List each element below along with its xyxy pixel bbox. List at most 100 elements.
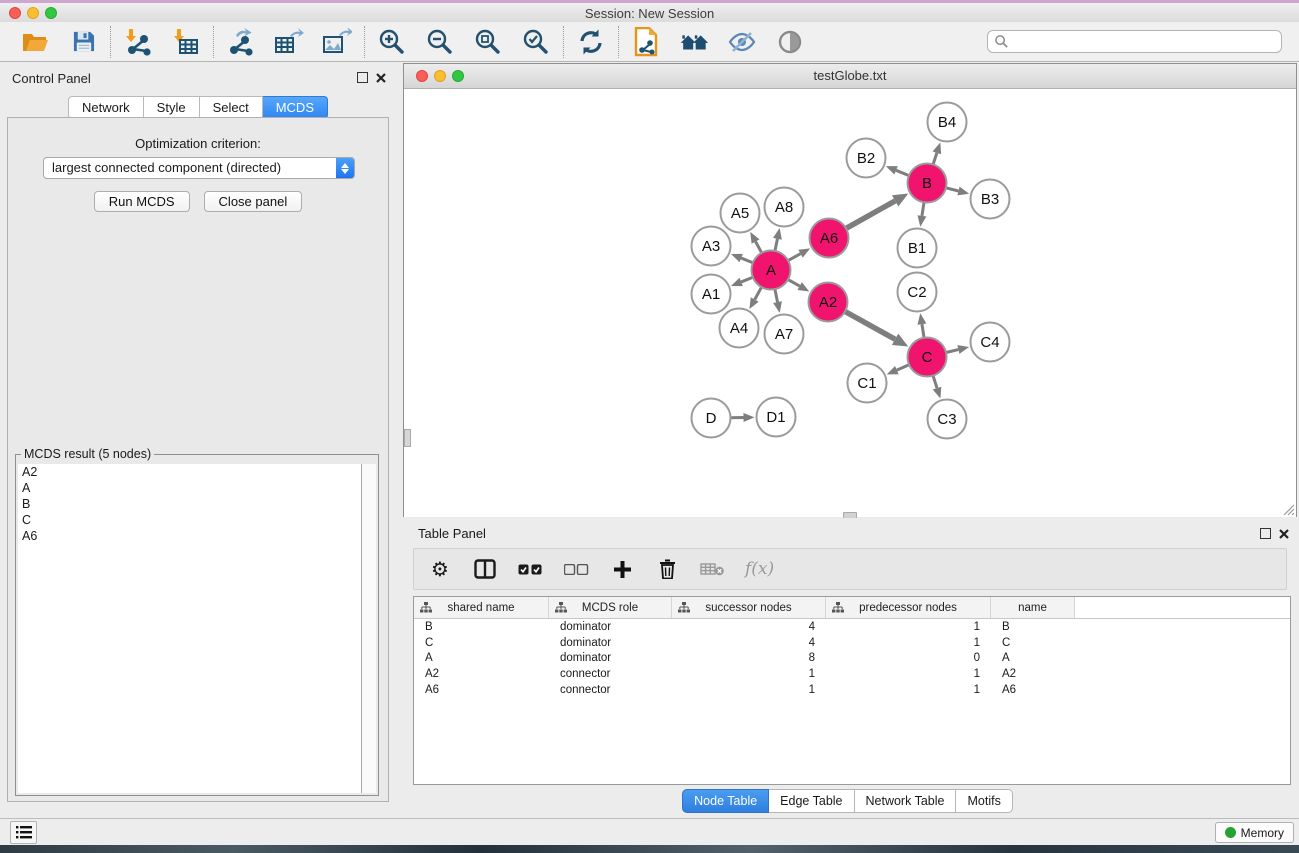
table-cell[interactable]: connector — [549, 668, 672, 680]
node-B3[interactable]: B3 — [971, 180, 1010, 219]
table-row[interactable]: A2connector11A2 — [414, 666, 1290, 682]
export-table-icon[interactable] — [274, 26, 304, 58]
refresh-icon[interactable] — [576, 26, 606, 58]
node-B1[interactable]: B1 — [898, 229, 937, 268]
edge-A6-B[interactable] — [846, 194, 908, 229]
table-cell[interactable]: dominator — [549, 637, 672, 649]
column-header-predecessor-nodes[interactable]: predecessor nodes — [826, 597, 991, 618]
edge-A-A2[interactable] — [788, 280, 809, 292]
table-cell[interactable]: 1 — [672, 668, 826, 680]
task-history-button[interactable] — [10, 821, 37, 844]
table-cell[interactable]: C — [991, 637, 1075, 649]
table-cell[interactable]: 1 — [826, 637, 991, 649]
node-A4[interactable]: A4 — [720, 309, 759, 348]
float-table-panel-icon[interactable] — [1260, 528, 1271, 539]
table-cell[interactable]: 1 — [826, 684, 991, 696]
mcds-result-list[interactable]: A2ABCA6 — [18, 464, 362, 793]
node-C3[interactable]: C3 — [928, 400, 967, 439]
result-item[interactable]: A — [18, 480, 362, 496]
show-columns-icon[interactable] — [473, 554, 497, 584]
table-row[interactable]: A6connector11A6 — [414, 682, 1290, 698]
edge-A-A5[interactable] — [750, 232, 761, 253]
edge-A-A4[interactable] — [749, 287, 761, 309]
import-network-icon[interactable] — [123, 26, 153, 58]
table-cell[interactable]: 8 — [672, 652, 826, 664]
result-item[interactable]: B — [18, 496, 362, 512]
node-A7[interactable]: A7 — [765, 315, 804, 354]
tab-mcds[interactable]: MCDS — [263, 96, 328, 119]
node-A6[interactable]: A6 — [810, 219, 849, 258]
table-cell[interactable]: connector — [549, 684, 672, 696]
table-cell[interactable]: B — [414, 621, 549, 633]
search-box[interactable] — [987, 30, 1282, 53]
tab-network[interactable]: Network — [68, 96, 144, 119]
delete-column-icon[interactable] — [655, 554, 679, 584]
close-panel-icon[interactable] — [376, 73, 386, 83]
table-cell[interactable]: A2 — [991, 668, 1075, 680]
export-network-icon[interactable] — [226, 26, 256, 58]
edge-A2-C[interactable] — [845, 311, 908, 346]
column-header-successor-nodes[interactable]: successor nodes — [672, 597, 826, 618]
zoom-fit-icon[interactable] — [473, 26, 503, 58]
table-cell[interactable]: C — [414, 637, 549, 649]
criterion-dropdown[interactable]: largest connected component (directed) — [43, 157, 355, 179]
node-A8[interactable]: A8 — [765, 188, 804, 227]
network-graph[interactable]: B4B2BB3A8A5A6A3B1AC2A1A2A4A7C4CC1D1DC3 — [404, 89, 1296, 516]
table-cell[interactable]: 4 — [672, 637, 826, 649]
edge-A-A7[interactable] — [773, 289, 782, 313]
select-all-icon[interactable] — [518, 554, 543, 584]
close-panel-button[interactable]: Close panel — [204, 191, 303, 212]
table-cell[interactable]: B — [991, 621, 1075, 633]
add-column-icon[interactable] — [610, 554, 634, 584]
table-cell[interactable]: A2 — [414, 668, 549, 680]
run-mcds-button[interactable]: Run MCDS — [94, 191, 190, 212]
table-cell[interactable]: A6 — [991, 684, 1075, 696]
table-cell[interactable]: A — [991, 652, 1075, 664]
zoom-out-icon[interactable] — [425, 26, 455, 58]
node-table[interactable]: shared nameMCDS rolesuccessor nodesprede… — [413, 596, 1291, 785]
node-C4[interactable]: C4 — [971, 323, 1010, 362]
tab-select[interactable]: Select — [200, 96, 263, 119]
edge-C-C1[interactable] — [887, 365, 909, 375]
tab-style[interactable]: Style — [144, 96, 200, 119]
edge-A-A8[interactable] — [773, 228, 782, 251]
zoom-in-icon[interactable] — [377, 26, 407, 58]
node-C[interactable]: C — [908, 338, 947, 377]
memory-button[interactable]: Memory — [1215, 822, 1294, 843]
column-header-shared-name[interactable]: shared name — [414, 597, 549, 618]
node-A1[interactable]: A1 — [692, 275, 731, 314]
edge-C-C3[interactable] — [933, 376, 942, 399]
table-cell[interactable]: dominator — [549, 621, 672, 633]
node-C2[interactable]: C2 — [898, 273, 937, 312]
network-canvas[interactable]: B4B2BB3A8A5A6A3B1AC2A1A2A4A7C4CC1D1DC3 — [404, 89, 1296, 517]
node-A5[interactable]: A5 — [721, 194, 760, 233]
node-A3[interactable]: A3 — [692, 227, 731, 266]
close-table-panel-icon[interactable] — [1279, 529, 1289, 539]
import-table-icon[interactable] — [171, 26, 201, 58]
table-row[interactable]: Bdominator41B — [414, 619, 1290, 635]
edge-B-B3[interactable] — [946, 187, 969, 196]
table-row[interactable]: Cdominator41C — [414, 635, 1290, 651]
tab-node-table[interactable]: Node Table — [682, 789, 769, 813]
tab-motifs[interactable]: Motifs — [956, 789, 1012, 813]
open-session-icon[interactable] — [20, 26, 50, 58]
column-header-name[interactable]: name — [991, 597, 1075, 618]
search-input[interactable] — [1013, 34, 1281, 50]
network-from-file-icon[interactable] — [631, 26, 661, 58]
result-scrollbar[interactable] — [361, 464, 376, 793]
tab-edge-table[interactable]: Edge Table — [769, 789, 854, 813]
column-header-MCDS-role[interactable]: MCDS role — [549, 597, 672, 618]
node-B[interactable]: B — [908, 164, 947, 203]
edge-A-A1[interactable] — [731, 277, 753, 286]
result-item[interactable]: A6 — [18, 528, 362, 544]
table-cell[interactable]: 1 — [826, 621, 991, 633]
node-D[interactable]: D — [692, 399, 731, 438]
deselect-all-icon[interactable] — [564, 554, 589, 584]
table-cell[interactable]: 4 — [672, 621, 826, 633]
hide-graphics-details-icon[interactable] — [727, 26, 757, 58]
edge-A-A6[interactable] — [788, 248, 810, 260]
table-cell[interactable]: A — [414, 652, 549, 664]
table-cell[interactable]: 1 — [826, 668, 991, 680]
float-panel-icon[interactable] — [357, 72, 368, 83]
table-cell[interactable]: 1 — [672, 684, 826, 696]
